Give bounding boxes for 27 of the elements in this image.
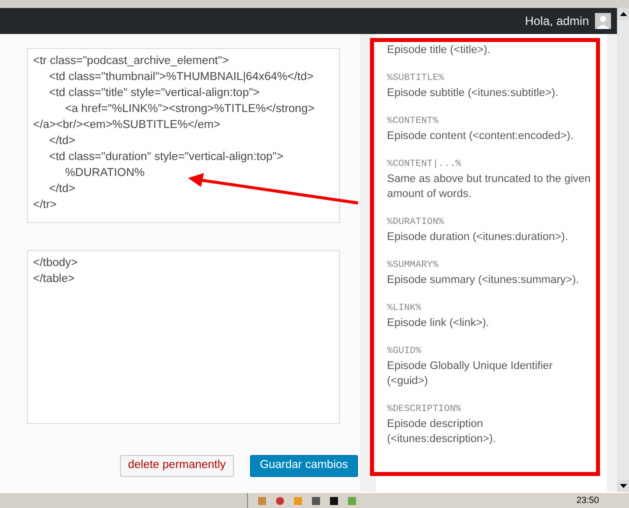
- up-arrow-icon[interactable]: [620, 12, 626, 16]
- tray-icon[interactable]: [330, 496, 338, 504]
- placeholder-code: %SUBTITLE%: [387, 71, 446, 85]
- placeholder-description: Episode title (<title>).: [387, 43, 492, 58]
- placeholder-description: Episode link (<link>).: [387, 316, 490, 331]
- placeholder-description: Episode Globally Unique Identifier (<guid>): [387, 359, 554, 389]
- placeholder-description: Episode description (<itunes:description>).: [387, 417, 497, 447]
- placeholder-code: %DURATION%: [387, 215, 446, 229]
- delete-button[interactable]: delete permanently: [120, 455, 234, 477]
- placeholder-description: Episode duration (<itunes:duration>).: [387, 230, 570, 245]
- placeholder-code: %GUID%: [387, 344, 422, 358]
- placeholder-code: %CONTENT|...%: [387, 157, 462, 171]
- placeholder-code: %SUMMARY%: [387, 258, 440, 272]
- clock: 23:50: [576, 494, 599, 507]
- scrollbar[interactable]: [617, 8, 629, 492]
- down-arrow-icon[interactable]: [620, 484, 626, 488]
- placeholder-code: %DESCRIPTION%: [387, 402, 462, 416]
- placeholder-description: Episode content (<content:encoded>).: [387, 129, 575, 144]
- greeting[interactable]: Hola, admin: [524, 12, 589, 30]
- placeholder-code: %LINK%: [387, 301, 422, 315]
- placeholder-description: Same as above but truncated to the given amount of words.: [387, 172, 592, 202]
- placeholder-description: Episode subtitle (<itunes:subtitle>).: [387, 86, 560, 101]
- placeholder-description: Episode summary (<itunes:summary>).: [387, 273, 580, 288]
- template-field[interactable]: </tbody> </table>: [27, 250, 340, 424]
- template-field[interactable]: <tr class="podcast_archive_element"> <td class="thumbnail">%THUMBNAIL|64x64%</td> <td class="title" style="vertical-align:top"> <a href="%LINK%"><strong>%TITLE%</strong> </a><br/><em>%SUBTITLE%</em> </td> <td class="duration" style="vertical-align:top"> %DURATION% </td> </tr>: [27, 48, 340, 223]
- placeholder-code: %CONTENT%: [387, 114, 440, 128]
- save-button[interactable]: Guardar cambios: [250, 455, 358, 477]
